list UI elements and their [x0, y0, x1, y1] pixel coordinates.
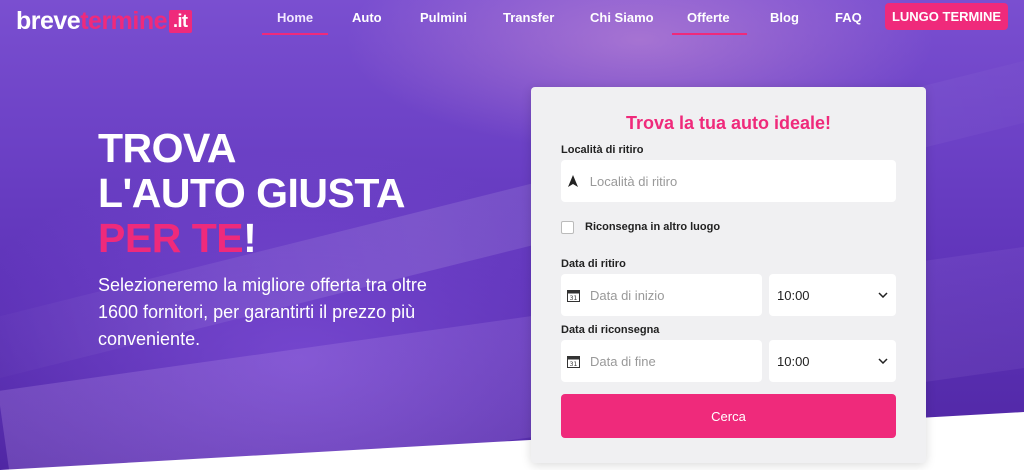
nav-faq[interactable]: FAQ	[835, 10, 862, 25]
calendar-icon: 31	[567, 288, 580, 302]
search-button[interactable]: Cerca	[561, 394, 896, 438]
headline-line-2: L'AUTO GIUSTA	[98, 170, 405, 216]
logo-text-breve: breve	[16, 6, 81, 35]
pickup-time-value: 10:00	[777, 287, 810, 303]
hero-headline: TROVA L'AUTO GIUSTA PER TE!	[98, 126, 405, 261]
form-title: Trova la tua auto ideale!	[625, 113, 832, 133]
logo-tld: .it	[169, 9, 192, 33]
brand-logo[interactable]: breve termine .it	[16, 6, 192, 36]
hero-subtitle: Selezioneremo la migliore offerta tra ol…	[98, 275, 427, 349]
return-date-field[interactable]: 31	[561, 340, 762, 382]
location-arrow-icon	[567, 174, 580, 188]
return-time-value: 10:00	[777, 353, 810, 369]
pickup-location-field[interactable]	[561, 160, 896, 202]
nav-home-underline	[262, 33, 328, 35]
headline-line-1: TROVA	[98, 125, 236, 171]
pickup-time-select[interactable]: 10:00	[769, 274, 896, 316]
nav-offerte-underline	[672, 33, 747, 35]
nav-blog[interactable]: Blog	[770, 10, 799, 25]
return-date-label: Data di riconsegna	[561, 324, 660, 336]
pickup-date-label: Data di ritiro	[561, 258, 626, 270]
headline-highlight: PER TE	[98, 215, 244, 261]
headline-exclamation: !	[243, 215, 257, 261]
nav-chi-siamo[interactable]: Chi Siamo	[590, 10, 654, 25]
return-time-select[interactable]: 10:00	[769, 340, 896, 382]
nav-offerte[interactable]: Offerte	[687, 10, 730, 25]
return-other-checkbox[interactable]	[561, 221, 574, 234]
pickup-location-label: Località di ritiro	[561, 144, 644, 156]
search-form-card: Trova la tua auto ideale! Località di ri…	[531, 87, 926, 463]
nav-transfer[interactable]: Transfer	[503, 10, 554, 25]
svg-text:31: 31	[570, 361, 578, 368]
nav-home[interactable]: Home	[277, 10, 313, 25]
chevron-down-icon	[878, 292, 888, 298]
pickup-date-input[interactable]	[590, 274, 762, 316]
return-date-input[interactable]	[590, 340, 762, 382]
pickup-date-field[interactable]: 31	[561, 274, 762, 316]
chevron-down-icon	[878, 358, 888, 364]
nav-pulmini[interactable]: Pulmini	[420, 10, 467, 25]
return-other-label[interactable]: Riconsegna in altro luogo	[585, 221, 720, 233]
calendar-icon: 31	[567, 354, 580, 368]
lungo-termine-button[interactable]: LUNGO TERMINE	[885, 3, 1008, 30]
nav-auto[interactable]: Auto	[352, 10, 382, 25]
pickup-location-input[interactable]	[589, 160, 896, 202]
headline-line-3: PER TE!	[98, 216, 405, 261]
svg-text:31: 31	[570, 295, 578, 302]
logo-text-termine: termine	[80, 6, 168, 35]
